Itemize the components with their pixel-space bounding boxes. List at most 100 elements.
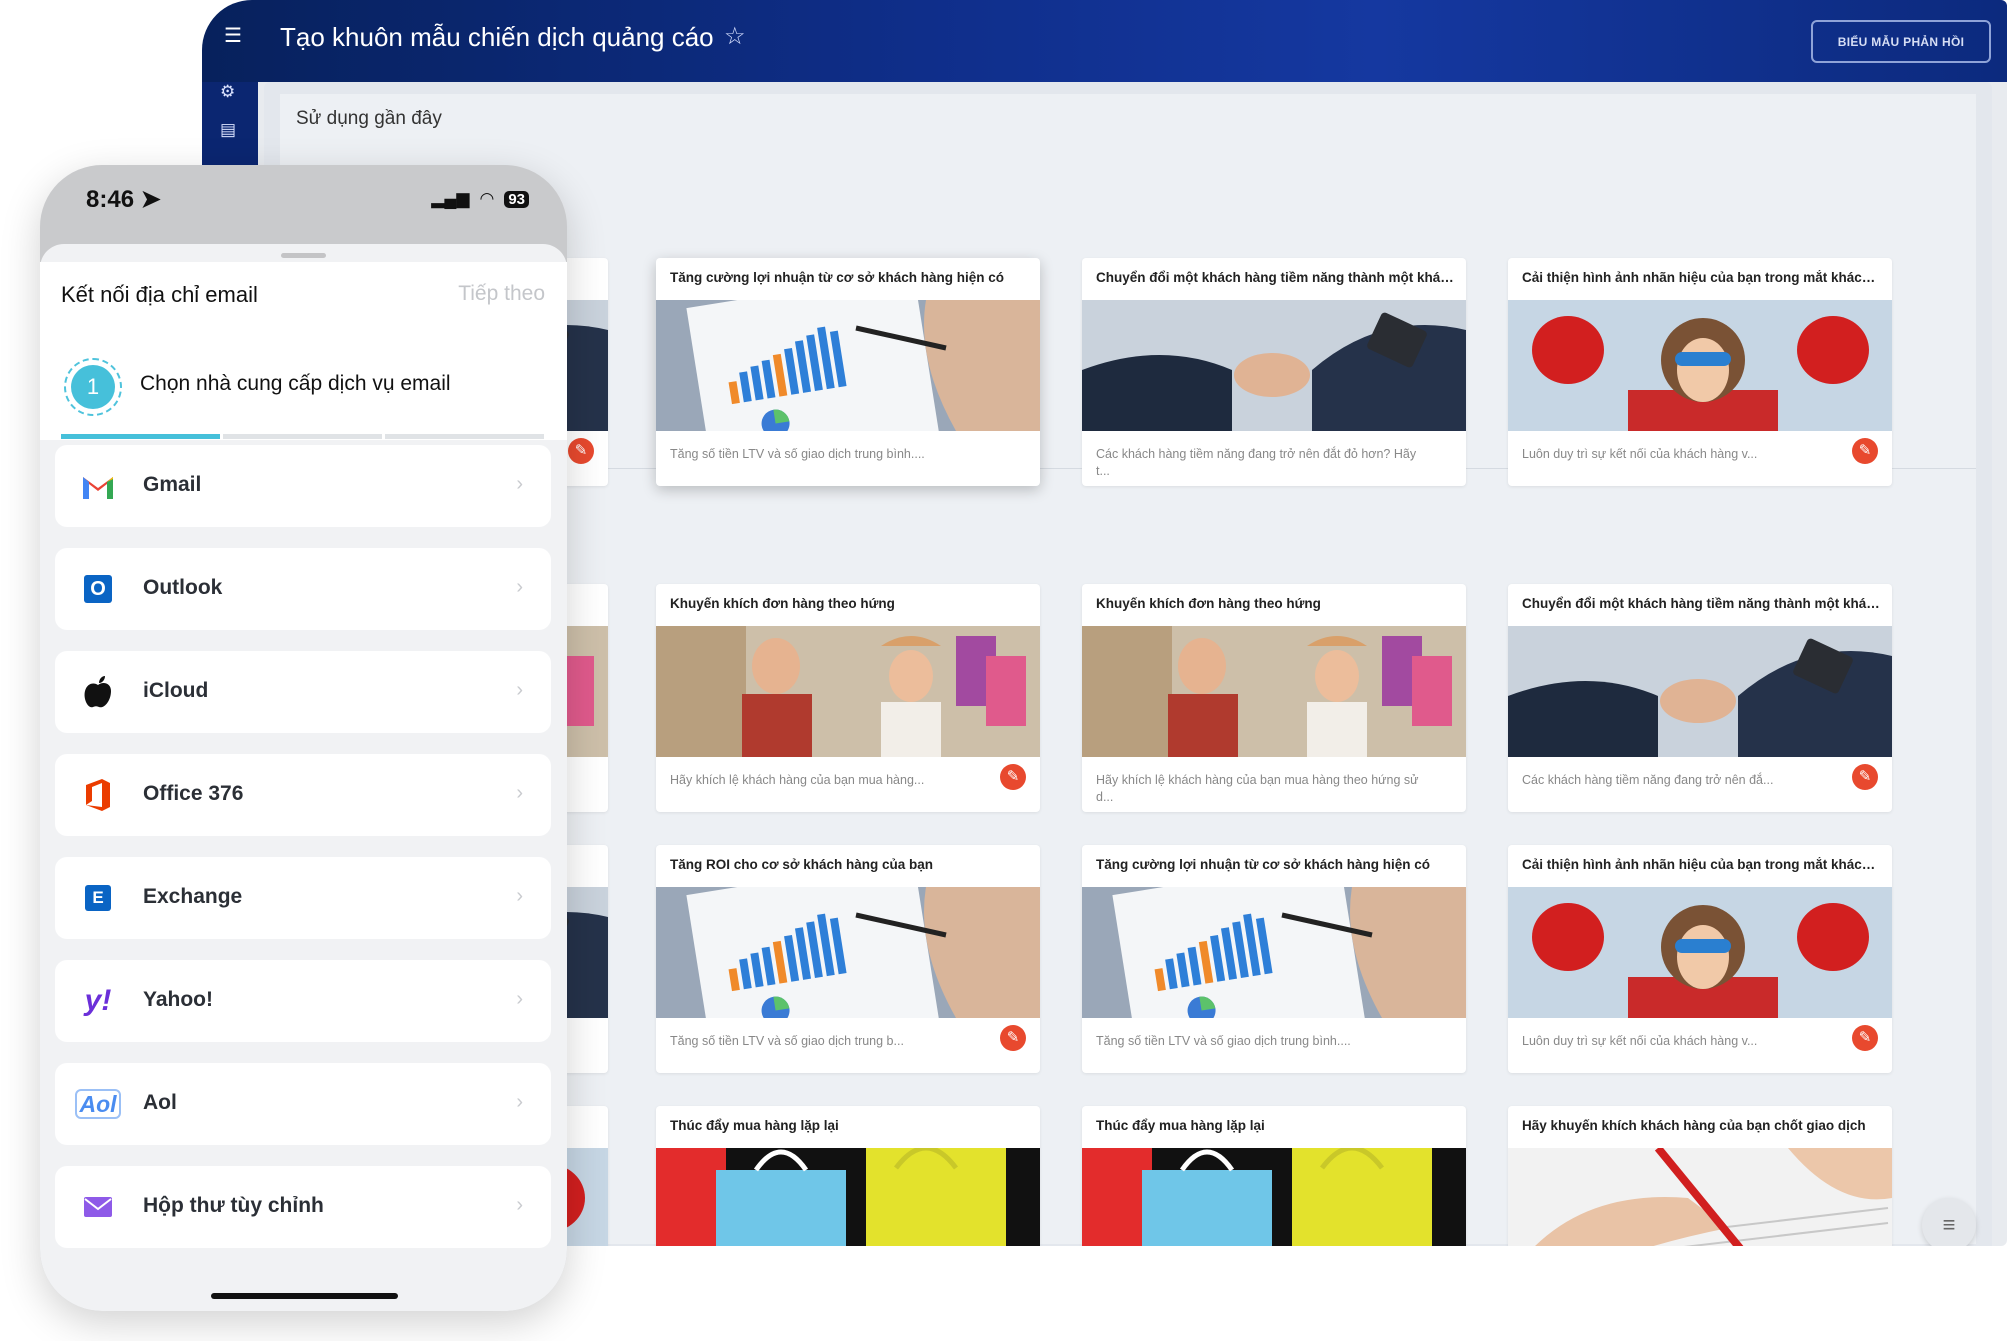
provider-name: Yahoo! <box>143 988 214 1011</box>
card-description: Tăng số tiền LTV và số giao dịch trung b… <box>670 1034 904 1048</box>
template-card[interactable]: Tăng cường lợi nhuận từ cơ sở khách hàng… <box>656 258 1040 486</box>
edit-pen-icon[interactable]: ✎ <box>1852 438 1878 464</box>
template-card[interactable]: Thúc đẩy mua hàng lặp lạiKhuyến khích kh… <box>1082 1106 1466 1246</box>
share-icon[interactable]: ⚙ <box>220 82 235 102</box>
provider-gmail[interactable]: Gmail › <box>55 445 551 527</box>
provider-h-p-th-t-y-ch-nh[interactable]: Hộp thư tùy chỉnh › <box>55 1166 551 1248</box>
edit-pen-icon[interactable]: ✎ <box>1000 1025 1026 1051</box>
page-title: Tạo khuôn mẫu chiến dịch quảng cáo <box>280 22 714 52</box>
provider-name: Outlook <box>143 576 223 599</box>
provider-outlook[interactable]: O Outlook › <box>55 548 551 630</box>
card-title: Chuyển đổi một khách hàng tiềm năng thàn… <box>1522 596 1880 611</box>
card-image <box>656 300 1040 431</box>
aol-icon: Aol <box>75 1087 121 1121</box>
card-image <box>1508 1148 1892 1246</box>
template-card[interactable]: Chuyển đổi một khách hàng tiềm năng thàn… <box>1508 584 1892 812</box>
template-card[interactable]: Khuyến khích đơn hàng theo hứng Hãy khích… <box>1082 584 1466 812</box>
chevron-right-icon: › <box>516 885 523 907</box>
chevron-right-icon: › <box>516 679 523 701</box>
card-description: Luôn duy trì sự kết nối của khách hàng v… <box>1522 447 1758 461</box>
provider-name: Exchange <box>143 885 243 908</box>
template-card[interactable]: Thúc đẩy mua hàng lặp lạiKhuyến khích kh… <box>656 1106 1040 1246</box>
chevron-right-icon: › <box>516 576 523 598</box>
provider-name: Office 376 <box>143 782 244 805</box>
edit-pen-icon[interactable]: ✎ <box>1000 764 1026 790</box>
edit-pen-icon[interactable]: ✎ <box>568 438 594 464</box>
card-title: Tăng ROI cho cơ sở khách hàng của bạn <box>670 857 933 872</box>
mail-icon <box>81 1190 115 1224</box>
wifi-icon: ◠ <box>479 189 495 208</box>
card-title: Cải thiện hình ảnh nhãn hiệu của bạn tro… <box>1522 270 1880 285</box>
card-description: Hãy khích lệ khách hàng của bạn mua hàng… <box>1096 773 1419 804</box>
inbox-icon[interactable]: ▤ <box>220 120 236 140</box>
feedback-form-button[interactable]: BIỂU MẪU PHẢN HỒI <box>1811 20 1991 63</box>
outlook-icon: O <box>81 572 115 606</box>
card-description: Các khách hàng tiềm năng đang trở nên đắ… <box>1522 773 1774 787</box>
provider-name: Hộp thư tùy chỉnh <box>143 1194 324 1217</box>
sheet-grabber[interactable] <box>281 253 326 258</box>
card-title: Cải thiện hình ảnh nhãn hiệu của bạn tro… <box>1522 857 1880 872</box>
provider-office-376[interactable]: Office 376 › <box>55 754 551 836</box>
chevron-right-icon: › <box>516 473 523 495</box>
card-title: Chuyển đổi một khách hàng tiềm năng thàn… <box>1096 270 1454 285</box>
template-card[interactable]: Cải thiện hình ảnh nhãn hiệu của bạn tro… <box>1508 258 1892 486</box>
card-description: Các khách hàng tiềm năng đang trở nên đắ… <box>1096 447 1417 478</box>
phone-mockup: 8:46 ➤ ▂▄▆ ◠ 93 Kết nối địa chỉ email Ti… <box>40 165 567 1311</box>
provider-exchange[interactable]: E Exchange › <box>55 857 551 939</box>
signal-icon: ▂▄▆ <box>431 189 470 208</box>
chevron-right-icon: › <box>516 988 523 1010</box>
step-label: Chọn nhà cung cấp dịch vụ email <box>140 372 451 395</box>
provider-yahoo[interactable]: y! Yahoo! › <box>55 960 551 1042</box>
gmail-icon <box>81 469 115 503</box>
next-button[interactable]: Tiếp theo <box>458 282 545 306</box>
card-image <box>1082 887 1466 1018</box>
card-image <box>1508 300 1892 431</box>
home-indicator <box>211 1293 398 1299</box>
connect-email-sheet: Kết nối địa chỉ email Tiếp theo 1 Chọn n… <box>40 244 567 1311</box>
card-description: Tăng số tiền LTV và số giao dịch trung b… <box>670 447 925 461</box>
star-icon[interactable]: ☆ <box>724 22 746 51</box>
card-description: Hãy khích lệ khách hàng của bạn mua hàng… <box>670 773 925 787</box>
card-image <box>1082 300 1466 431</box>
card-title: Tăng cường lợi nhuận từ cơ sở khách hàng… <box>1096 857 1430 872</box>
office-icon <box>81 778 115 812</box>
chevron-right-icon: › <box>516 1091 523 1113</box>
template-card[interactable]: Khuyến khích đơn hàng theo hứng Hãy khích… <box>656 584 1040 812</box>
list-menu-button[interactable]: ≡ <box>1922 1198 1976 1246</box>
card-title: Khuyến khích đơn hàng theo hứng <box>1096 596 1321 611</box>
card-title: Khuyến khích đơn hàng theo hứng <box>670 596 895 611</box>
template-card[interactable]: Chuyển đổi một khách hàng tiềm năng thàn… <box>1082 258 1466 486</box>
card-image <box>1082 626 1466 757</box>
card-title: Thúc đẩy mua hàng lặp lại <box>670 1118 839 1133</box>
card-image <box>1082 1148 1466 1246</box>
edit-pen-icon[interactable]: ✎ <box>1852 764 1878 790</box>
template-card[interactable]: Tăng cường lợi nhuận từ cơ sở khách hàng… <box>1082 845 1466 1073</box>
provider-aol[interactable]: Aol Aol › <box>55 1063 551 1145</box>
card-image <box>656 1148 1040 1246</box>
template-card[interactable]: Tăng ROI cho cơ sở khách hàng của bạn Tăn… <box>656 845 1040 1073</box>
sheet-header: Kết nối địa chỉ email Tiếp theo <box>40 262 567 336</box>
provider-name: Gmail <box>143 473 202 496</box>
progress-segment <box>223 434 382 439</box>
edit-pen-icon[interactable]: ✎ <box>1852 1025 1878 1051</box>
status-time: 8:46 ➤ <box>86 186 161 213</box>
template-card[interactable]: Cải thiện hình ảnh nhãn hiệu của bạn tro… <box>1508 845 1892 1073</box>
apple-icon <box>81 675 115 709</box>
step-indicator: 1 Chọn nhà cung cấp dịch vụ email <box>40 336 567 440</box>
sheet-title: Kết nối địa chỉ email <box>61 282 258 307</box>
chevron-right-icon: › <box>516 1194 523 1216</box>
yahoo-icon: y! <box>84 984 112 1017</box>
provider-icloud[interactable]: iCloud › <box>55 651 551 733</box>
progress-segment <box>385 434 544 439</box>
provider-name: iCloud <box>143 679 209 702</box>
template-card[interactable]: Hãy khuyến khích khách hàng của bạn chốt… <box>1508 1106 1892 1246</box>
step-number: 1 <box>71 365 115 409</box>
menu-icon[interactable]: ☰ <box>224 26 242 46</box>
card-title: Tăng cường lợi nhuận từ cơ sở khách hàng… <box>670 270 1004 285</box>
status-icons: ▂▄▆ ◠ 93 <box>431 189 529 209</box>
provider-name: Aol <box>143 1091 177 1114</box>
card-title: Thúc đẩy mua hàng lặp lại <box>1096 1118 1265 1133</box>
card-image <box>1508 626 1892 757</box>
card-title: Hãy khuyến khích khách hàng của bạn chốt… <box>1522 1118 1866 1133</box>
top-bar: ☰ Tạo khuôn mẫu chiến dịch quảng cáo ☆ B… <box>202 0 2007 82</box>
